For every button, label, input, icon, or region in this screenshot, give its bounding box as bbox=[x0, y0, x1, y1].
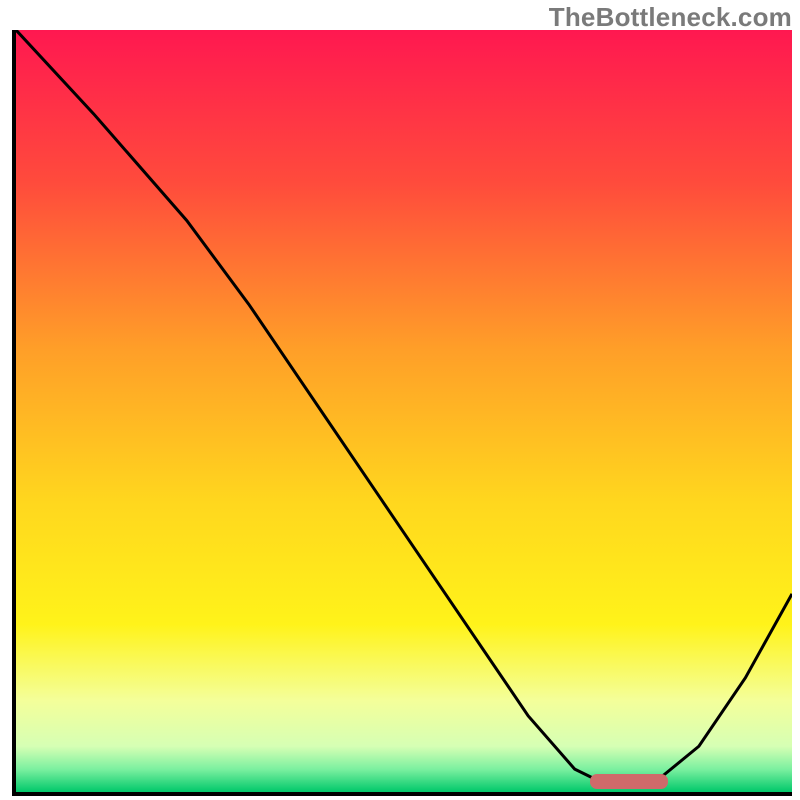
optimal-range-marker bbox=[590, 774, 668, 789]
watermark-text: TheBottleneck.com bbox=[549, 2, 792, 33]
chart-container: TheBottleneck.com bbox=[0, 0, 800, 800]
plot-area bbox=[12, 30, 792, 796]
bottleneck-curve bbox=[16, 30, 792, 792]
